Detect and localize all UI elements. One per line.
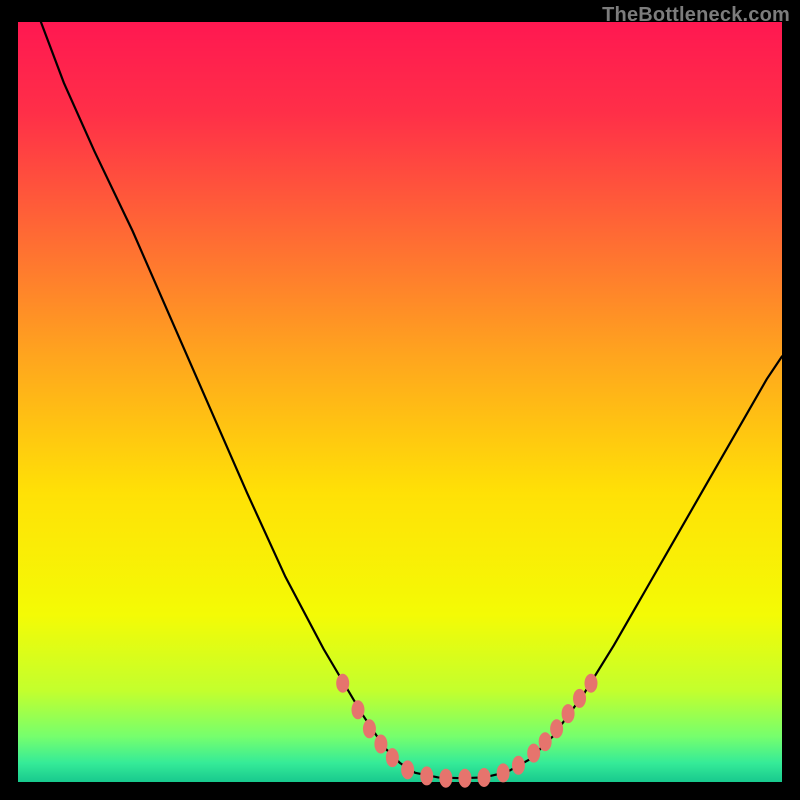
data-marker (527, 744, 540, 763)
data-marker (336, 674, 349, 693)
attribution-label: TheBottleneck.com (602, 4, 790, 27)
data-marker (478, 768, 491, 787)
data-marker (550, 719, 563, 738)
plot-background (18, 22, 782, 782)
data-marker (585, 674, 598, 693)
data-marker (351, 700, 364, 719)
data-marker (458, 769, 471, 788)
data-marker (420, 766, 433, 785)
data-marker (562, 704, 575, 723)
plot-area (18, 22, 782, 788)
chart-container: TheBottleneck.com (0, 0, 800, 800)
data-marker (386, 748, 399, 767)
data-marker (497, 763, 510, 782)
data-marker (374, 735, 387, 754)
data-marker (573, 689, 586, 708)
bottleneck-chart (0, 0, 800, 800)
data-marker (363, 719, 376, 738)
data-marker (512, 756, 525, 775)
data-marker (401, 760, 414, 779)
data-marker (439, 769, 452, 788)
data-marker (539, 732, 552, 751)
